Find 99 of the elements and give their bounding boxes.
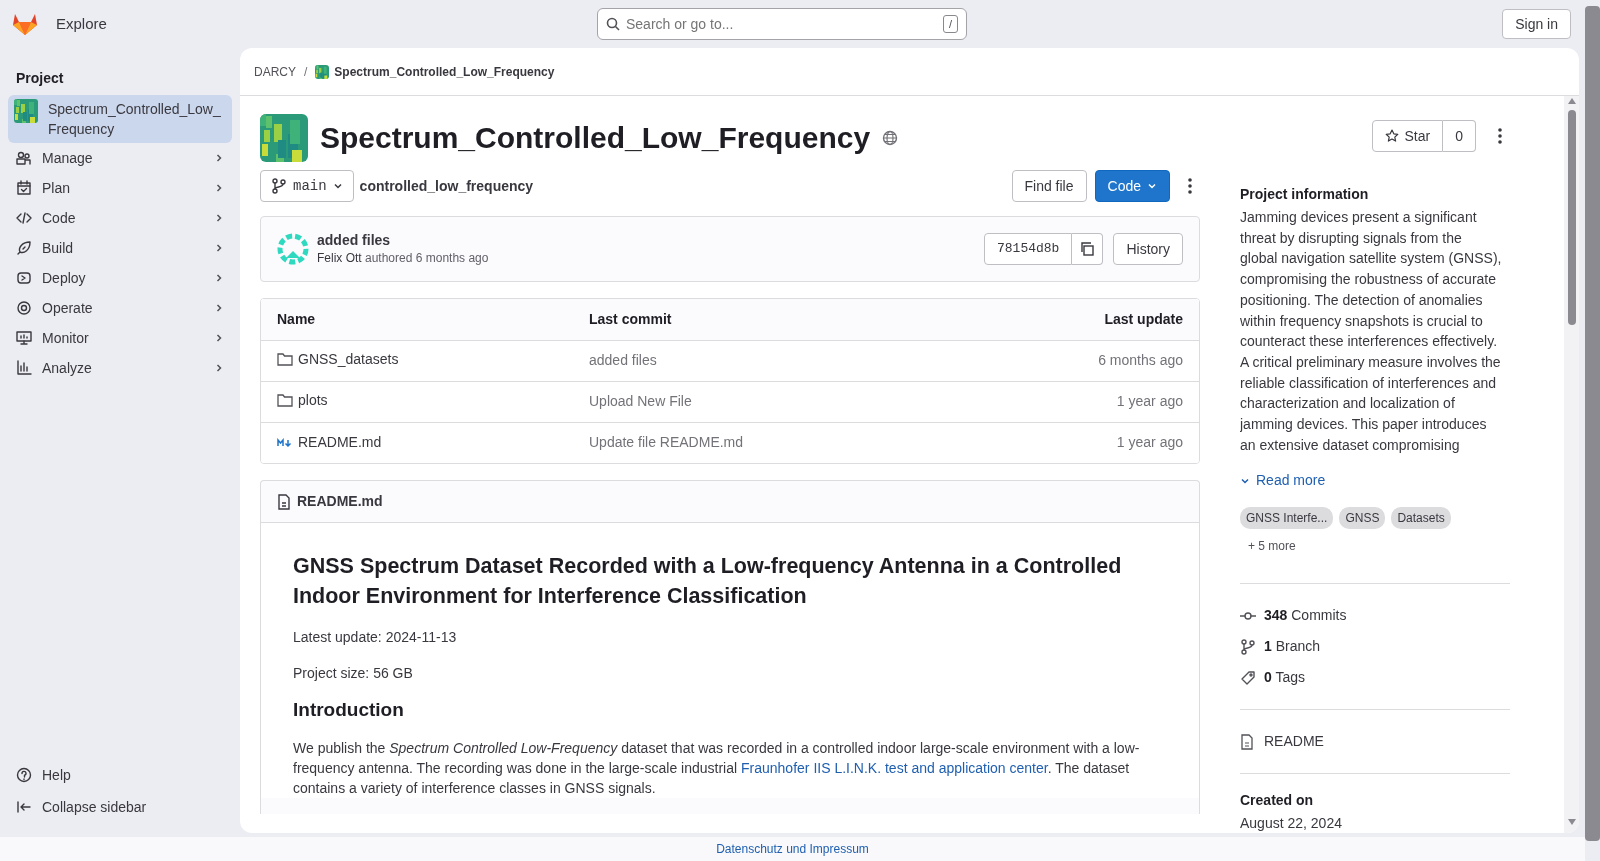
readme-heading: GNSS Spectrum Dataset Recorded with a Low-frequency Antenna in a Controlled Indoor Environment for Interference Classification: [293, 553, 1123, 610]
breadcrumb-link[interactable]: DARCY: [254, 62, 296, 81]
file-link[interactable]: GNSS_datasets: [298, 348, 399, 370]
created-date: August 22, 2024: [1240, 814, 1343, 833]
commit-link[interactable]: Update file README.md: [589, 434, 744, 451]
update-time: 1 year ago: [1116, 393, 1183, 409]
shortcut-key: /: [942, 15, 958, 33]
chevron-right-icon: [214, 183, 224, 193]
chevron-right-icon: [214, 213, 224, 223]
commit-link[interactable]: added files: [589, 352, 657, 368]
nav-item[interactable]: Code: [8, 203, 232, 233]
chevron-right-icon: [214, 153, 224, 163]
breadcrumb-link[interactable]: Spectrum_Controlled_Low_Frequency: [334, 62, 555, 81]
nav-item[interactable]: Deploy: [8, 263, 232, 293]
commit-time: authored 6 months ago: [365, 251, 489, 265]
column-header: Last update: [957, 299, 1199, 340]
chart-icon: [16, 360, 32, 376]
read-more-link[interactable]: Read more: [1240, 470, 1326, 491]
topic-tag[interactable]: GNSS Interfe...: [1240, 507, 1334, 529]
nav-item[interactable]: Manage: [8, 143, 232, 173]
paragraph: We publish the Spectrum Controlled Low-Frequency dataset that was recorded in a controlled indoor large-scale environment with a low-frequency antenna. The recording was done in the large-scale industrial Fraunhofer IIS L.I.N.K. test and application center. The dataset contains a variety of interference classes in GNSS signals.: [293, 738, 1141, 798]
history-button[interactable]: History: [1113, 233, 1183, 265]
code-icon: [16, 210, 32, 226]
nav-item[interactable]: Build: [8, 233, 232, 263]
column-header: Last commit: [573, 299, 958, 340]
branch-dropdown[interactable]: main: [260, 170, 354, 202]
sidebar-heading: Project: [15, 69, 65, 88]
fox-logo[interactable]: [12, 12, 38, 36]
globe-icon: [882, 130, 899, 146]
commit-message[interactable]: added files: [317, 231, 976, 249]
star-count[interactable]: 0: [1443, 120, 1476, 152]
calendar-icon: [16, 180, 32, 196]
caret-icon: [1147, 181, 1157, 191]
project-description: Jamming devices present a significant threat by disrupting signals from the global navigation satellite system (GNSS), compromising the robustness of accurate positioning. The detection of anomalies within frequency snapshots is crucial to counteract these interferences effectively. A critical preliminary measure involves the reliable classification of interferences and characterization and localization of jamming devices. This paper introduces an extensive dataset compromising: [1240, 208, 1502, 455]
code-dropdown[interactable]: Code: [1094, 170, 1170, 202]
users-icon: [16, 150, 32, 166]
created-label: Created on: [1240, 791, 1315, 810]
privacy-link[interactable]: Datenschutz und Impressum: [716, 842, 869, 856]
nav-item[interactable]: Analyze: [8, 353, 232, 383]
topic-tag[interactable]: Datasets: [1391, 507, 1451, 529]
paragraph: Latest update: 2024-11-13: [293, 628, 458, 647]
monitor-icon: [16, 330, 32, 346]
scroll-thumb[interactable]: [1567, 110, 1576, 325]
chevron-right-icon: [214, 273, 224, 283]
section-heading: Introduction: [293, 699, 405, 722]
sidebar-link[interactable]: Help: [8, 759, 232, 791]
copy-icon: [1080, 242, 1095, 256]
find-file-button[interactable]: Find file: [1011, 170, 1087, 202]
breadcrumb-separator: /: [304, 63, 308, 81]
stat-link[interactable]: 0 Tags: [1264, 667, 1305, 688]
chevron-right-icon: [214, 303, 224, 313]
readme-link[interactable]: README: [1264, 731, 1324, 752]
tag-icon: [1240, 669, 1256, 686]
help-icon: [16, 767, 32, 783]
commit-author[interactable]: Felix Ott: [317, 251, 362, 265]
file-icon: [1240, 733, 1254, 750]
star-icon: [1384, 129, 1399, 143]
chevron-right-icon: [214, 363, 224, 373]
column-header: Name: [261, 299, 573, 340]
sign-in-button[interactable]: Sign in: [1502, 9, 1571, 39]
topic-tag[interactable]: GNSS: [1339, 507, 1386, 529]
scrollbar[interactable]: [1564, 96, 1579, 833]
project-title: Spectrum_Controlled_Low_Frequency: [320, 120, 871, 156]
sidebar-link[interactable]: Collapse sidebar: [8, 791, 232, 823]
scroll-down-icon[interactable]: [1567, 819, 1576, 825]
readme-filename[interactable]: README.md: [297, 491, 383, 512]
collapse-icon: [16, 799, 32, 815]
section-heading: Project information: [1240, 185, 1370, 204]
file-link[interactable]: README.md: [298, 432, 382, 453]
stat-link[interactable]: 1 Branch: [1264, 636, 1321, 657]
repository-path: controlled_low_frequency: [359, 176, 534, 196]
copy-button[interactable]: [1072, 233, 1104, 265]
avatar-icon: [277, 233, 309, 265]
markdown-icon: [277, 437, 293, 448]
more-topics-link[interactable]: + 5 more: [1240, 529, 1510, 555]
folder-icon: [277, 393, 293, 408]
stat-link[interactable]: 348 Commits: [1264, 605, 1347, 626]
caret-icon: [332, 181, 343, 191]
file-icon: [277, 493, 291, 510]
search-icon: [606, 17, 620, 31]
commit-sha[interactable]: 78154d8b: [984, 233, 1073, 265]
folder-icon: [277, 352, 293, 367]
text-link[interactable]: Fraunhofer IIS L.I.N.K. test and application center: [741, 759, 1048, 776]
explore-link[interactable]: Explore: [56, 12, 107, 36]
project-nav-item[interactable]: Spectrum_Controlled_Low_Frequency: [8, 95, 232, 143]
star-button[interactable]: Star: [1371, 120, 1444, 152]
nav-item[interactable]: Plan: [8, 173, 232, 203]
nav-item[interactable]: Operate: [8, 293, 232, 323]
nav-item[interactable]: Monitor: [8, 323, 232, 353]
update-time: 1 year ago: [1116, 434, 1183, 451]
chevron-right-icon: [214, 243, 224, 253]
file-link[interactable]: plots: [298, 389, 328, 411]
branch-icon: [271, 178, 287, 194]
branch-icon: [1240, 638, 1256, 655]
paragraph: Project size: 56 GB: [293, 664, 414, 683]
chevron-right-icon: [214, 333, 224, 343]
scroll-up-icon[interactable]: [1567, 98, 1576, 104]
commit-link[interactable]: Upload New File: [589, 393, 692, 409]
update-time: 6 months ago: [1098, 352, 1183, 368]
